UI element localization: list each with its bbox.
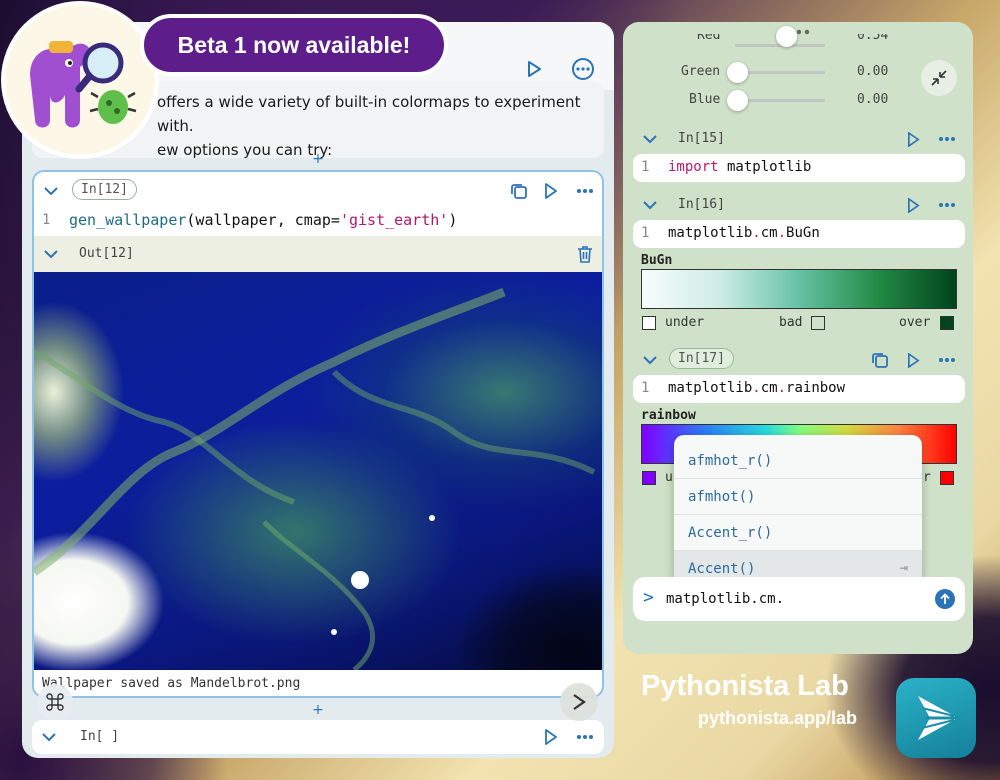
- chevron-down-icon[interactable]: [42, 182, 60, 200]
- tab-key-icon: ⇥: [899, 560, 908, 576]
- run-all-icon[interactable]: [522, 57, 546, 81]
- output-prompt: Out[12]: [79, 246, 134, 261]
- code-string: 'gist_earth': [339, 211, 449, 229]
- empty-run-icon[interactable]: [542, 728, 560, 746]
- rainbow-over-label: r: [923, 470, 931, 485]
- colormap-bar-bugn: [641, 269, 957, 309]
- cell16-more-icon[interactable]: [937, 198, 957, 212]
- line-number: 1: [641, 380, 650, 396]
- under-swatch: [642, 316, 656, 330]
- console-input-bar[interactable]: > matplotlib.cm.: [633, 577, 965, 621]
- code-cell-12[interactable]: In[12] 1 gen_wallpaper(wallpaper, cmap='…: [32, 170, 604, 698]
- cell-more-icon[interactable]: [574, 182, 596, 200]
- line-number: 1: [641, 159, 650, 175]
- cell15-code[interactable]: 1 import matplotlib: [633, 154, 965, 182]
- under-label: under: [665, 315, 705, 330]
- code-part: matplotlib: [668, 225, 753, 241]
- rainbow-under-label: u: [665, 470, 673, 485]
- cell-header: In[12]: [34, 172, 602, 210]
- slider-knob[interactable]: [776, 26, 797, 47]
- cell15-chevron-down-icon[interactable]: [641, 132, 659, 146]
- code-args: (wallpaper, cmap=: [186, 211, 340, 229]
- code-line[interactable]: gen_wallpaper(wallpaper, cmap='gist_eart…: [69, 211, 457, 229]
- slider-track[interactable]: [735, 26, 825, 47]
- rainbow-under-swatch: [642, 471, 656, 485]
- console-input-text[interactable]: matplotlib.cm.: [666, 591, 784, 607]
- slider-label: Blue: [689, 92, 721, 107]
- output-header: Out[12]: [34, 236, 602, 272]
- slider-knob[interactable]: [727, 62, 748, 83]
- empty-more-icon[interactable]: [574, 728, 596, 746]
- run-cell-icon[interactable]: [542, 182, 560, 200]
- line-number: 1: [42, 212, 51, 228]
- cell17-chevron-down-icon[interactable]: [641, 353, 659, 367]
- slider-value: 0.54: [857, 34, 889, 43]
- line-number: 1: [641, 225, 650, 241]
- send-arrow-icon[interactable]: [935, 589, 955, 609]
- code-close: ): [448, 211, 458, 229]
- slider-knob[interactable]: [727, 90, 748, 111]
- keyword: import: [668, 159, 719, 175]
- cell16-prompt: In[16]: [678, 197, 725, 212]
- cell16-run-icon[interactable]: [905, 197, 921, 213]
- brand-url[interactable]: pythonista.app/lab: [698, 708, 857, 729]
- code-part: rainbow: [786, 380, 846, 396]
- cell16-code[interactable]: 1 matplotlib.cm.BuGn: [633, 220, 965, 248]
- code-part: cm: [760, 225, 778, 241]
- slider-value: 0.00: [857, 64, 889, 79]
- cell17-prompt: In[17]: [669, 348, 734, 369]
- pythonista-lab-mascot-logo: [5, 5, 155, 155]
- trash-icon[interactable]: [575, 243, 595, 265]
- command-key-icon[interactable]: [37, 684, 73, 720]
- module: matplotlib: [718, 159, 812, 175]
- cell17-run-icon[interactable]: [905, 352, 921, 368]
- bad-label: bad: [779, 315, 803, 330]
- over-label: over: [899, 315, 931, 330]
- mandelbrot-wallpaper-image: [34, 272, 602, 670]
- cell15-more-icon[interactable]: [937, 132, 957, 146]
- more-options-icon[interactable]: [570, 56, 596, 82]
- autocomplete-item[interactable]: afmhot_r(): [674, 443, 922, 479]
- slider-track[interactable]: [727, 90, 825, 111]
- cell17-copy-icon[interactable]: [870, 350, 890, 370]
- code-part: cm: [760, 380, 778, 396]
- code-cell-empty[interactable]: In[ ]: [32, 720, 604, 754]
- prompt-chevron: >: [643, 587, 654, 608]
- slider-track[interactable]: [727, 62, 825, 83]
- output-text: Wallpaper saved as Mandelbrot.png: [42, 676, 301, 691]
- collapse-icon[interactable]: [921, 60, 957, 96]
- empty-chevron-down-icon[interactable]: [40, 728, 58, 746]
- autocomplete-popup: afmhot_r() afmhot() Accent_r() Accent() …: [674, 435, 922, 587]
- autocomplete-item[interactable]: Accent_r(): [674, 515, 922, 551]
- slider-label: Green: [681, 64, 721, 79]
- cell-prompt: In[12]: [72, 179, 137, 200]
- copy-icon[interactable]: [509, 181, 529, 201]
- empty-cell-prompt: In[ ]: [80, 729, 120, 744]
- slider-label: Red: [697, 34, 721, 43]
- right-notebook-window: Red 0.54 Green 0.00 Blue 0.00 In[15] 1 i…: [623, 22, 973, 654]
- colormap-name: BuGn: [641, 253, 673, 268]
- cell16-chevron-down-icon[interactable]: [641, 198, 659, 212]
- output-chevron-down-icon[interactable]: [42, 245, 60, 263]
- code-part: matplotlib: [668, 380, 753, 396]
- bad-swatch: [811, 316, 825, 330]
- autocomplete-item[interactable]: afmhot(): [674, 479, 922, 515]
- code-part: BuGn: [786, 225, 820, 241]
- over-swatch: [940, 316, 954, 330]
- colormap-name: rainbow: [641, 408, 696, 423]
- beta-announcement-badge[interactable]: Beta 1 now available!: [140, 14, 448, 76]
- app-icon: [896, 678, 976, 758]
- rainbow-over-swatch: [940, 471, 954, 485]
- cell17-code[interactable]: 1 matplotlib.cm.rainbow: [633, 375, 965, 403]
- brand-title: Pythonista Lab: [641, 670, 849, 702]
- autocomplete-item-label: Accent(): [688, 561, 756, 577]
- cell15-run-icon[interactable]: [905, 131, 921, 147]
- add-cell-button-bottom[interactable]: +: [22, 702, 614, 718]
- markdown-line-1: offers a wide variety of built-in colorm…: [157, 93, 581, 135]
- cell17-more-icon[interactable]: [937, 353, 957, 367]
- cell15-prompt: In[15]: [678, 131, 725, 146]
- slider-value: 0.00: [857, 92, 889, 107]
- code-function: gen_wallpaper: [69, 211, 187, 229]
- next-chevron-icon[interactable]: [560, 683, 598, 721]
